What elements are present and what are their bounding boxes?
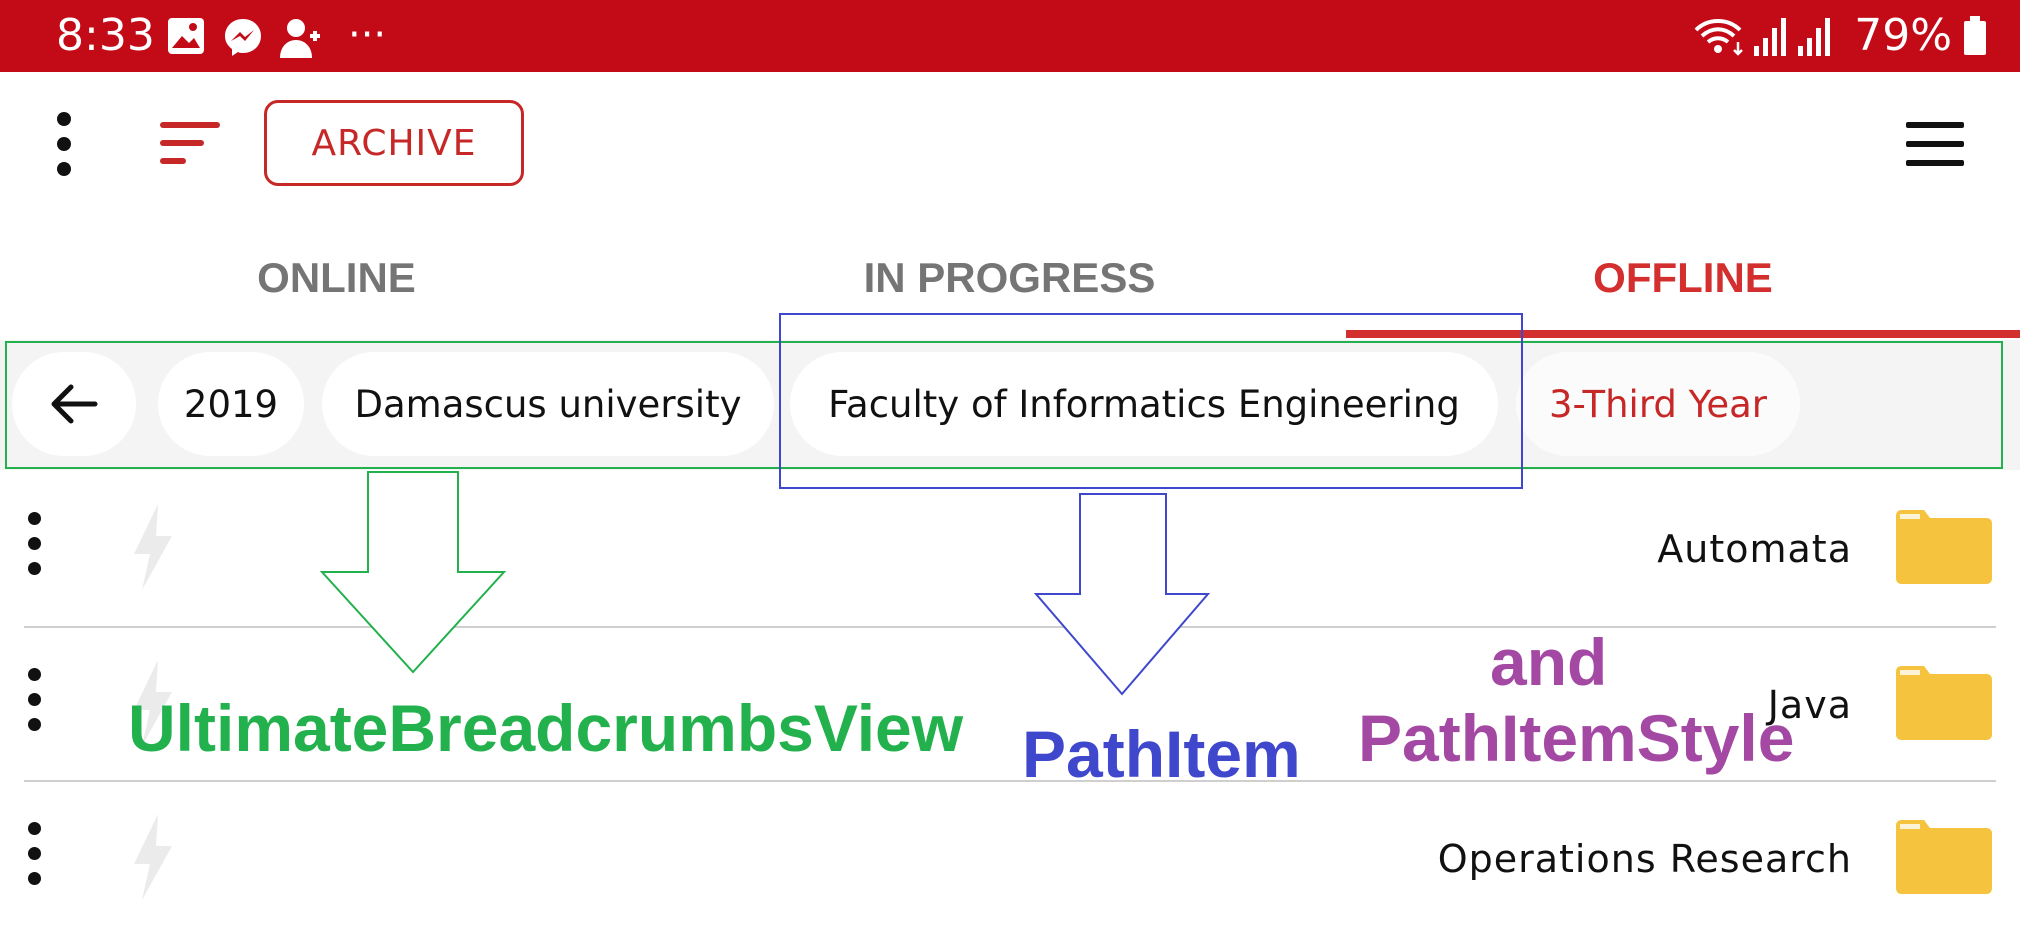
breadcrumb-item[interactable]: Faculty of Informatics Engineering <box>790 352 1498 456</box>
tab-online[interactable]: ONLINE <box>0 220 673 336</box>
battery-percent: 79% <box>1854 10 1952 61</box>
status-time: 8:33 <box>56 10 155 61</box>
annotation-path-item: PathItem <box>1022 717 1301 791</box>
folder-icon <box>1896 666 1992 740</box>
battery-status: 79% <box>1854 8 1988 64</box>
vertical-dots-icon[interactable] <box>20 512 50 582</box>
gallery-icon <box>168 18 204 54</box>
sort-icon[interactable] <box>160 122 220 166</box>
folder-icon <box>1896 510 1992 584</box>
more-notifications-icon: ··· <box>348 12 387 58</box>
breadcrumb-item[interactable]: Damascus university <box>322 352 774 456</box>
list-item[interactable]: Automata <box>0 472 2020 626</box>
tab-bar: ONLINE IN PROGRESS OFFLINE <box>0 220 2020 340</box>
list-item-label: Automata <box>1657 527 1852 571</box>
app-bar: ARCHIVE <box>0 72 2020 220</box>
annotation-and: and <box>1490 625 1608 699</box>
annotation-path-item-style: PathItemStyle <box>1358 701 1795 775</box>
folder-icon <box>1896 820 1992 894</box>
breadcrumb-back-button[interactable] <box>12 352 136 456</box>
tab-indicator <box>1346 330 2020 338</box>
signal-icon <box>1798 18 1830 56</box>
list-item-label: Operations Research <box>1437 837 1852 881</box>
tab-offline[interactable]: OFFLINE <box>1346 220 2020 336</box>
lightning-icon <box>134 814 172 900</box>
signal-icon <box>1754 18 1786 56</box>
archive-button[interactable]: ARCHIVE <box>264 100 524 186</box>
hamburger-icon[interactable] <box>1906 122 1964 166</box>
battery-icon <box>1964 16 1986 55</box>
lightning-icon <box>134 504 172 590</box>
tab-in-progress[interactable]: IN PROGRESS <box>673 220 1346 336</box>
vertical-dots-icon[interactable] <box>20 668 50 738</box>
list-item[interactable]: Operations Research <box>0 782 2020 904</box>
breadcrumb-item-current[interactable]: 3-Third Year <box>1516 352 1800 456</box>
arrow-left-icon <box>51 384 98 424</box>
messenger-icon <box>225 19 261 56</box>
vertical-dots-icon[interactable] <box>48 112 82 176</box>
vertical-dots-icon[interactable] <box>20 822 50 892</box>
breadcrumb: 2019 Damascus university Faculty of Info… <box>0 340 2020 470</box>
annotation-breadcrumbs-view: UltimateBreadcrumbsView <box>128 691 964 765</box>
add-contact-icon <box>280 19 320 58</box>
status-bar: 8:33 ··· 79% <box>0 0 2020 72</box>
breadcrumb-item[interactable]: 2019 <box>158 352 304 456</box>
wifi-icon <box>1694 19 1743 56</box>
